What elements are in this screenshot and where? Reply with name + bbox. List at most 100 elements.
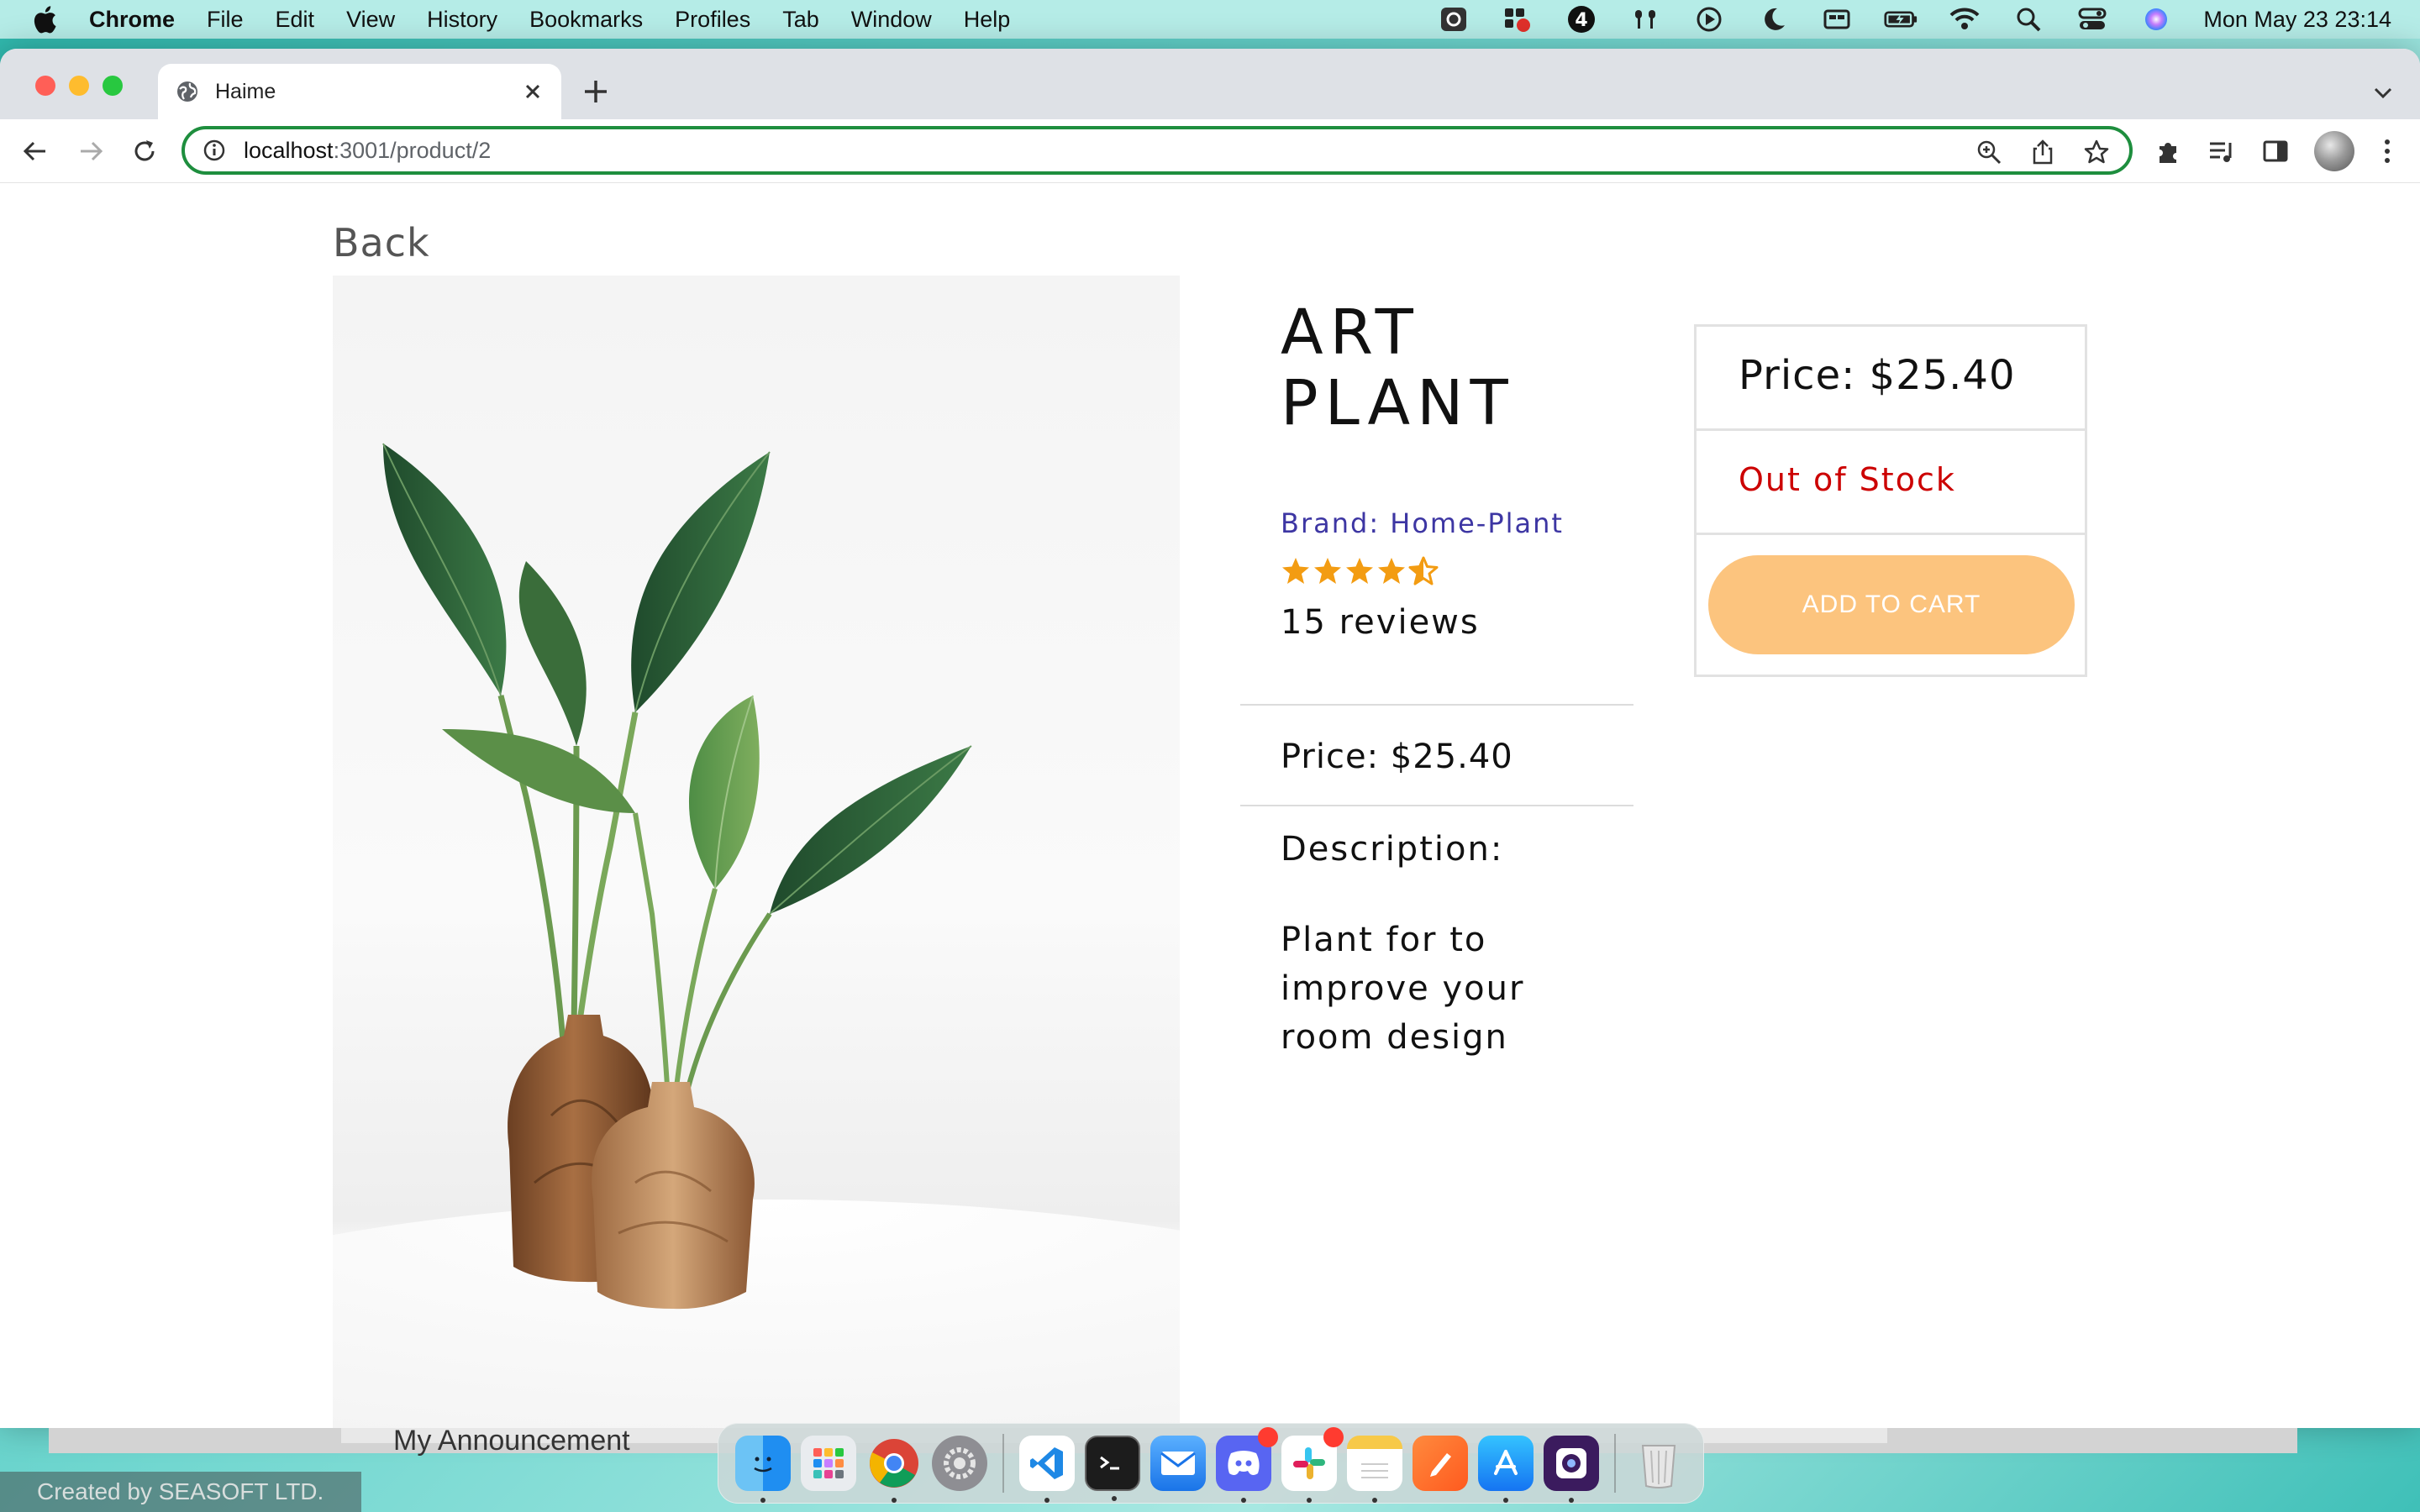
screenshot-icon[interactable] (1437, 5, 1470, 34)
stock-status: Out of Stock (1739, 461, 1956, 498)
add-to-cart-button[interactable]: ADD TO CART (1708, 555, 2075, 654)
menu-window[interactable]: Window (851, 7, 932, 33)
product-title-line-2: PLANT (1281, 367, 1515, 439)
product-image (333, 276, 1180, 1428)
minimize-window-button[interactable] (69, 76, 89, 96)
dock-finder-icon[interactable] (735, 1436, 791, 1503)
dock-trash-icon[interactable] (1631, 1436, 1686, 1491)
url-host: localhost (244, 137, 334, 163)
screen-record-icon[interactable] (1501, 5, 1534, 34)
dock-mail-icon[interactable] (1150, 1436, 1206, 1491)
product-title: ART PLANT (1281, 297, 1515, 438)
dock-chrome-icon[interactable] (866, 1436, 922, 1503)
background-window-text: My Announcement (393, 1425, 630, 1457)
control-center-icon[interactable] (2075, 5, 2109, 34)
display-icon[interactable] (1820, 5, 1854, 34)
product-price: Price: $25.40 (1281, 738, 1513, 776)
airpods-icon[interactable] (1628, 5, 1662, 34)
menu-help[interactable]: Help (964, 7, 1011, 33)
chevron-down-icon[interactable] (2371, 81, 2395, 104)
zoom-window-button[interactable] (103, 76, 123, 96)
bookmark-star-icon[interactable] (2082, 138, 2111, 166)
dock-discord-icon[interactable] (1216, 1427, 1278, 1503)
dock-system-preferences-icon[interactable] (932, 1436, 987, 1491)
star-full-icon (1282, 558, 1309, 584)
dock-launchpad-icon[interactable] (801, 1436, 856, 1491)
extensions-puzzle-icon[interactable] (2153, 136, 2183, 166)
divider (1240, 704, 1634, 706)
star-full-icon (1314, 558, 1341, 584)
tab-haime[interactable]: Haime (158, 64, 561, 119)
menu-bar: Chrome File Edit View History Bookmarks … (0, 0, 2420, 39)
play-icon[interactable] (1692, 5, 1726, 34)
dock-separator (1614, 1434, 1616, 1493)
dock-screenium-icon[interactable] (1544, 1436, 1599, 1503)
review-count[interactable]: 15 reviews (1281, 603, 1480, 642)
running-indicator (1112, 1496, 1117, 1501)
dock-vscode-icon[interactable] (1019, 1436, 1075, 1503)
purchase-box: Price: $25.40 Out of Stock ADD TO CART (1694, 324, 2087, 677)
dock-pencil-icon[interactable] (1413, 1436, 1468, 1491)
running-indicator (1044, 1498, 1050, 1503)
wifi-icon[interactable] (1948, 5, 1981, 34)
menu-edit[interactable]: Edit (276, 7, 315, 33)
side-panel-icon[interactable] (2260, 136, 2291, 166)
spotlight-icon[interactable] (2012, 5, 2045, 34)
more-menu-icon[interactable] (2380, 136, 2395, 166)
dock-notes-icon[interactable] (1347, 1436, 1402, 1503)
running-indicator (1241, 1498, 1246, 1503)
star-half-icon (1408, 556, 1439, 585)
menu-view[interactable]: View (346, 7, 395, 33)
running-indicator (1372, 1498, 1377, 1503)
share-icon[interactable] (2028, 138, 2057, 166)
reload-icon[interactable] (129, 136, 160, 166)
tab-title: Haime (215, 79, 276, 103)
menu-clock[interactable]: Mon May 23 23:14 (2203, 7, 2391, 33)
siri-icon[interactable] (2139, 5, 2173, 34)
dock-slack-icon[interactable] (1281, 1427, 1344, 1503)
battery-icon[interactable] (1884, 5, 1918, 34)
new-tab-icon[interactable] (581, 77, 610, 106)
divider (1240, 805, 1634, 806)
menu-profiles[interactable]: Profiles (675, 7, 750, 33)
running-indicator (1503, 1498, 1508, 1503)
moon-icon[interactable] (1756, 5, 1790, 34)
forward-arrow-icon[interactable] (76, 136, 106, 166)
description-label: Description: (1281, 830, 1504, 869)
back-link[interactable]: Back (333, 220, 430, 265)
apple-icon[interactable] (32, 5, 57, 34)
plant-illustration (333, 443, 1180, 1428)
notification-badge (1323, 1427, 1344, 1447)
close-window-button[interactable] (35, 76, 55, 96)
url-path: :3001/product/2 (333, 137, 492, 163)
product-title-line-1: ART (1281, 297, 1420, 369)
profile-avatar[interactable] (2314, 131, 2354, 171)
close-tab-icon[interactable] (521, 80, 544, 103)
menu-file[interactable]: File (207, 7, 244, 33)
star-full-icon (1346, 558, 1373, 584)
dock-app-store-icon[interactable] (1478, 1436, 1534, 1503)
back-arrow-icon[interactable] (20, 136, 50, 166)
site-info-icon[interactable] (202, 138, 227, 163)
menu-history[interactable]: History (427, 7, 497, 33)
zoom-icon[interactable] (1975, 138, 2003, 166)
dock-separator (1002, 1434, 1004, 1493)
notification-badge (1258, 1427, 1278, 1447)
star-rating (1281, 556, 1440, 586)
dock-terminal-icon[interactable] (1085, 1436, 1140, 1501)
running-indicator (1569, 1498, 1574, 1503)
running-indicator (1307, 1498, 1312, 1503)
menu-app-chrome[interactable]: Chrome (89, 7, 175, 33)
menu-bookmarks[interactable]: Bookmarks (529, 7, 643, 33)
app-4-icon[interactable]: 4 (1565, 5, 1598, 34)
globe-icon (177, 81, 197, 102)
address-bar[interactable]: localhost:3001/product/2 (182, 126, 2133, 175)
purchase-price: Price: $25.40 (1739, 352, 2016, 399)
running-indicator (892, 1498, 897, 1503)
media-playlist-icon[interactable] (2207, 136, 2237, 166)
menu-tab[interactable]: Tab (782, 7, 819, 33)
browser-toolbar: localhost:3001/product/2 (0, 119, 2420, 183)
tab-strip: Haime (0, 49, 2420, 119)
watermark: Created by SEASOFT LTD. (0, 1472, 361, 1512)
dock (718, 1423, 1704, 1504)
